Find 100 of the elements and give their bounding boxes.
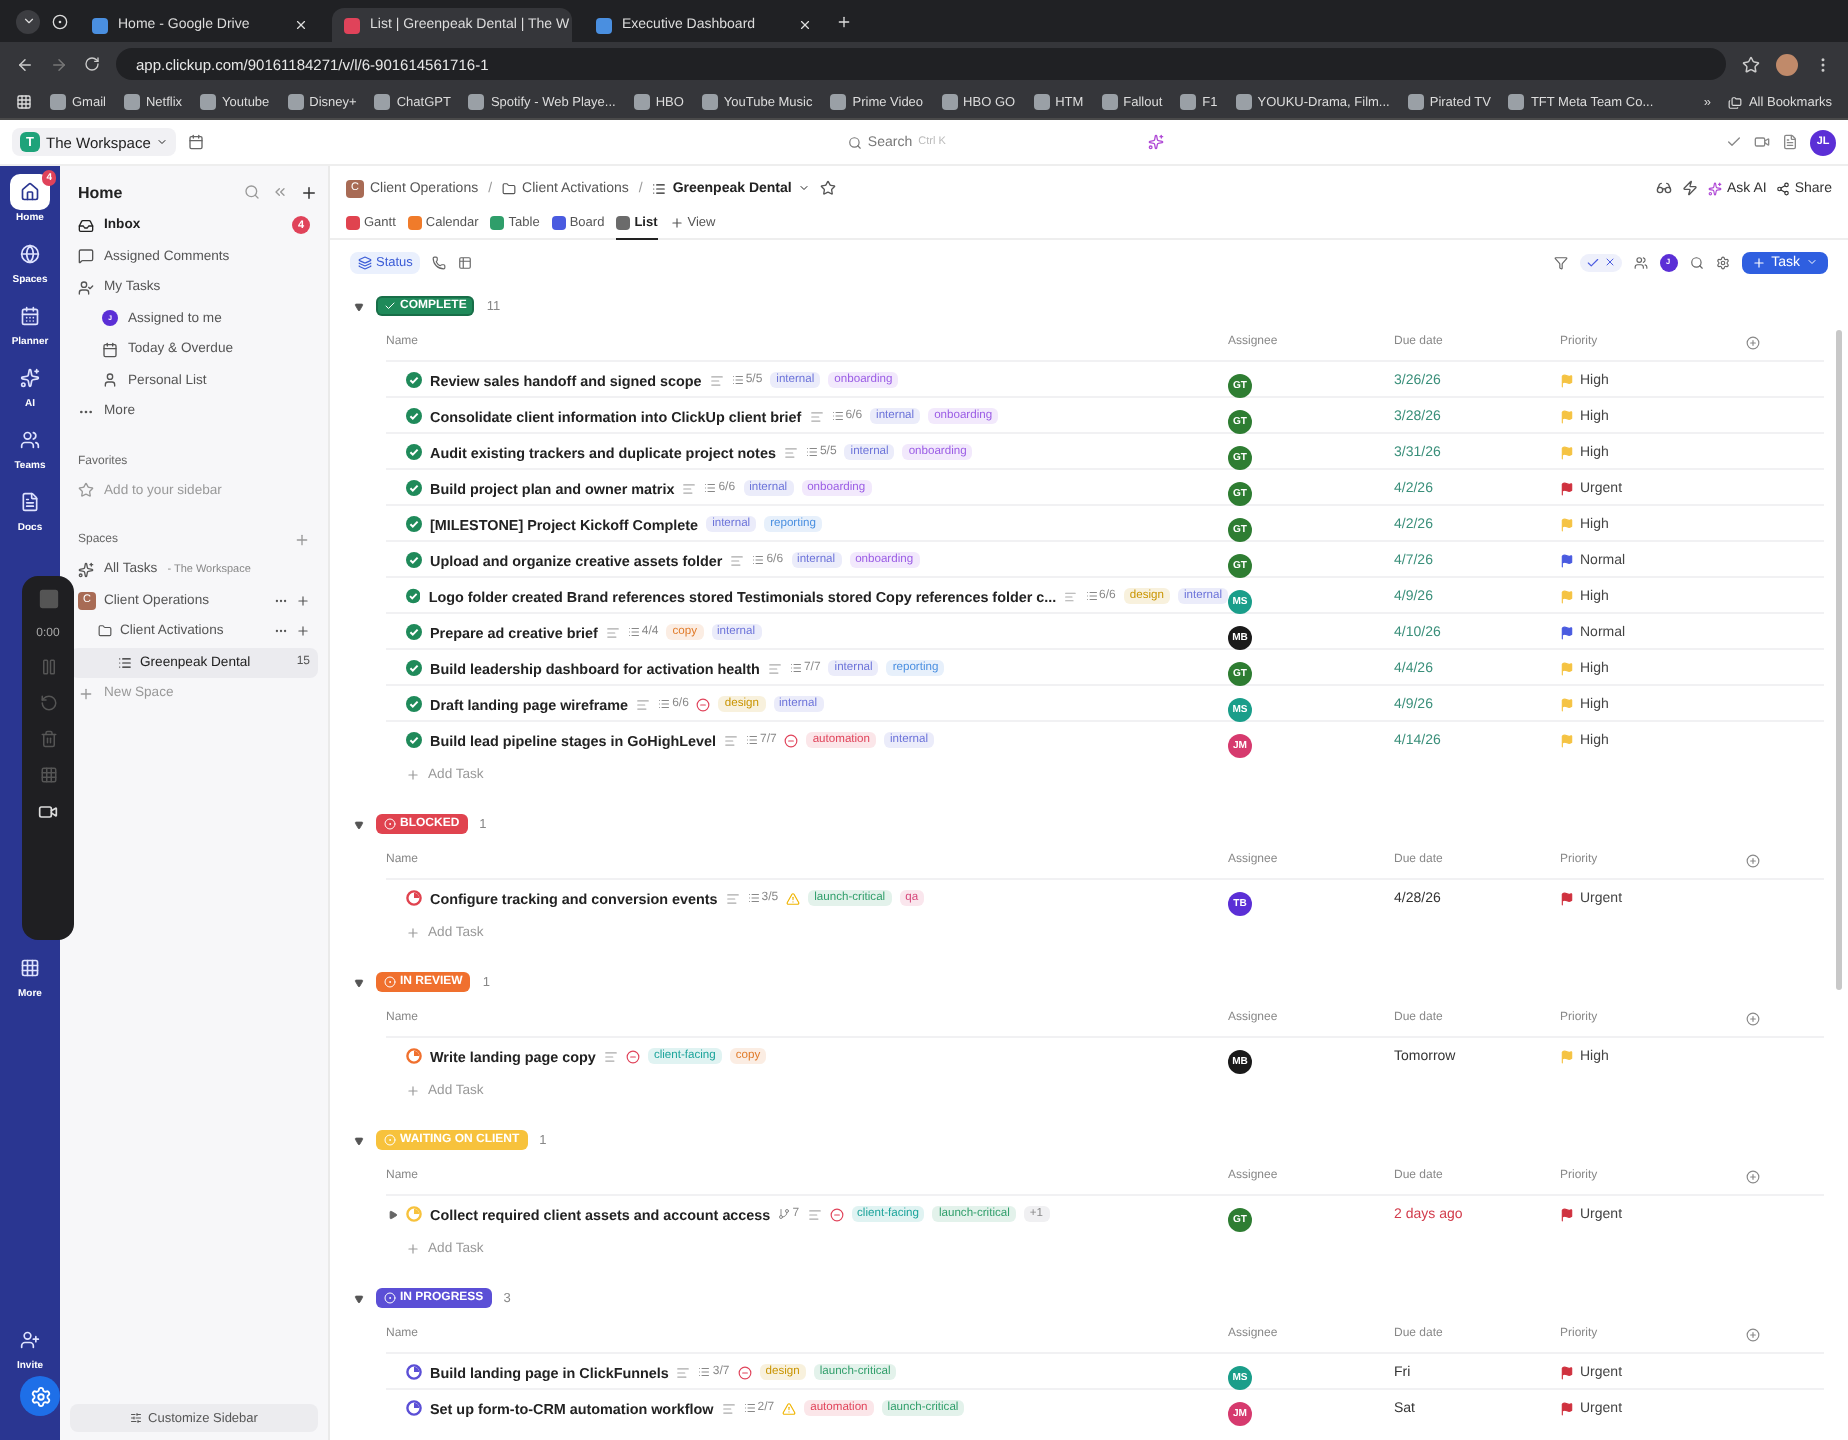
complete-check-icon[interactable] bbox=[406, 660, 422, 676]
gear-icon bbox=[29, 1385, 51, 1407]
grid-icon bbox=[20, 958, 40, 978]
search-icon[interactable] bbox=[1689, 255, 1704, 269]
person-check-icon bbox=[78, 279, 94, 296]
add-column-icon[interactable] bbox=[1746, 853, 1760, 867]
tab-search-button[interactable] bbox=[16, 9, 40, 33]
expand-caret-icon[interactable] bbox=[388, 1209, 398, 1219]
add-icon[interactable] bbox=[300, 183, 318, 201]
folder-icon bbox=[98, 624, 112, 639]
sparkle-icon[interactable] bbox=[1148, 134, 1165, 150]
calendar-icon bbox=[102, 341, 118, 358]
bookmark-star-icon[interactable] bbox=[1742, 55, 1760, 73]
add-column-icon[interactable] bbox=[1746, 1327, 1760, 1341]
collapse-caret-icon[interactable] bbox=[354, 977, 364, 987]
complete-check-icon[interactable] bbox=[406, 696, 422, 712]
search-icon bbox=[847, 135, 862, 149]
document-icon bbox=[20, 492, 40, 512]
add-column-icon[interactable] bbox=[1746, 1169, 1760, 1183]
site-icon bbox=[1033, 94, 1050, 110]
collapse-icon[interactable] bbox=[272, 184, 288, 200]
calendar-icon[interactable] bbox=[188, 134, 205, 150]
settings-icon[interactable] bbox=[1715, 255, 1730, 269]
filter-icon[interactable] bbox=[1553, 255, 1568, 269]
add-column-icon[interactable] bbox=[1746, 1011, 1760, 1025]
reload-icon[interactable] bbox=[84, 56, 100, 72]
restart-icon[interactable] bbox=[39, 694, 57, 712]
video-icon[interactable] bbox=[1754, 134, 1770, 150]
add-column-icon[interactable] bbox=[1746, 335, 1760, 349]
home-icon bbox=[20, 182, 40, 202]
people-icon bbox=[20, 430, 40, 450]
site-icon bbox=[1508, 94, 1525, 110]
status-icon bbox=[384, 1134, 396, 1146]
forward-icon[interactable] bbox=[50, 55, 68, 73]
site-icon bbox=[941, 94, 958, 110]
new-tab-icon[interactable] bbox=[836, 13, 852, 29]
complete-check-icon[interactable] bbox=[406, 444, 422, 460]
complete-check-icon[interactable] bbox=[406, 372, 422, 388]
site-icon bbox=[701, 94, 718, 110]
site-icon bbox=[287, 94, 304, 110]
site-icon bbox=[200, 94, 217, 110]
closed-filter-chip[interactable] bbox=[1579, 253, 1622, 271]
check-icon[interactable] bbox=[1726, 134, 1742, 150]
grid-icon[interactable] bbox=[39, 766, 57, 784]
chevron-down-icon[interactable] bbox=[21, 14, 35, 28]
sparkle-icon bbox=[1708, 181, 1723, 195]
apps-icon[interactable] bbox=[16, 94, 32, 110]
person-plus-icon bbox=[20, 1330, 40, 1350]
person-icon bbox=[102, 372, 118, 389]
complete-check-icon[interactable] bbox=[406, 732, 422, 748]
pause-icon[interactable] bbox=[39, 658, 57, 676]
share-icon bbox=[1776, 181, 1791, 195]
check-icon bbox=[1585, 255, 1600, 269]
add-icon[interactable] bbox=[296, 593, 310, 608]
add-icon bbox=[1751, 255, 1766, 269]
camera-icon[interactable] bbox=[38, 802, 58, 822]
lightning-icon[interactable] bbox=[1682, 180, 1699, 196]
columns-icon[interactable] bbox=[458, 255, 473, 269]
search-icon[interactable] bbox=[244, 184, 260, 200]
site-icon bbox=[1101, 94, 1118, 110]
collapse-caret-icon[interactable] bbox=[354, 1135, 364, 1145]
stop-icon[interactable] bbox=[37, 588, 59, 610]
trash-icon[interactable] bbox=[39, 730, 57, 748]
profile-avatar[interactable] bbox=[1776, 53, 1798, 75]
chevron-down-icon bbox=[156, 136, 169, 148]
sparkle-icon bbox=[20, 368, 40, 388]
sidebar-title: Home bbox=[78, 183, 125, 201]
complete-check-icon[interactable] bbox=[406, 480, 422, 496]
status-circle-icon[interactable] bbox=[406, 1400, 422, 1416]
comment-icon bbox=[78, 248, 94, 265]
complete-check-icon[interactable] bbox=[406, 516, 422, 532]
collapse-caret-icon[interactable] bbox=[354, 301, 364, 311]
complete-check-icon[interactable] bbox=[406, 552, 422, 568]
record-icon[interactable] bbox=[52, 13, 68, 29]
layers-icon bbox=[358, 255, 372, 269]
status-circle-icon[interactable] bbox=[406, 1364, 422, 1380]
sparkle-icon bbox=[78, 561, 94, 578]
scrollbar[interactable] bbox=[1836, 330, 1842, 990]
add-icon bbox=[406, 1083, 420, 1097]
back-icon[interactable] bbox=[16, 55, 34, 73]
document-icon[interactable] bbox=[1782, 134, 1798, 150]
add-icon bbox=[406, 925, 420, 939]
site-icon bbox=[830, 94, 847, 110]
complete-check-icon[interactable] bbox=[406, 624, 422, 640]
collapse-caret-icon[interactable] bbox=[354, 1293, 364, 1303]
star-icon bbox=[78, 482, 94, 499]
glasses-icon[interactable] bbox=[1656, 180, 1673, 196]
status-circle-icon[interactable] bbox=[406, 1048, 422, 1064]
add-icon[interactable] bbox=[296, 624, 310, 639]
complete-check-icon[interactable] bbox=[406, 408, 422, 424]
status-icon bbox=[384, 976, 396, 988]
list-icon bbox=[652, 181, 667, 195]
status-circle-icon[interactable] bbox=[406, 890, 422, 906]
people-icon[interactable] bbox=[1633, 255, 1648, 269]
add-icon bbox=[406, 767, 420, 781]
globe-icon bbox=[20, 244, 40, 264]
collapse-caret-icon[interactable] bbox=[354, 819, 364, 829]
calendar-icon bbox=[20, 306, 40, 326]
star-icon[interactable] bbox=[819, 180, 836, 196]
complete-check-icon[interactable] bbox=[406, 588, 421, 604]
